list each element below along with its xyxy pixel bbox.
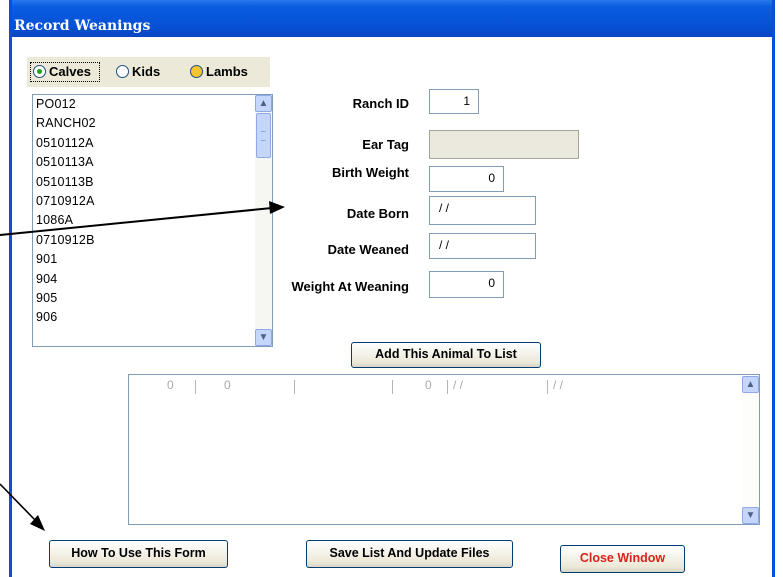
annotation-arrow-icon bbox=[0, 201, 285, 236]
annotation-arrow-icon bbox=[0, 483, 45, 531]
annotation-arrows bbox=[0, 201, 285, 531]
